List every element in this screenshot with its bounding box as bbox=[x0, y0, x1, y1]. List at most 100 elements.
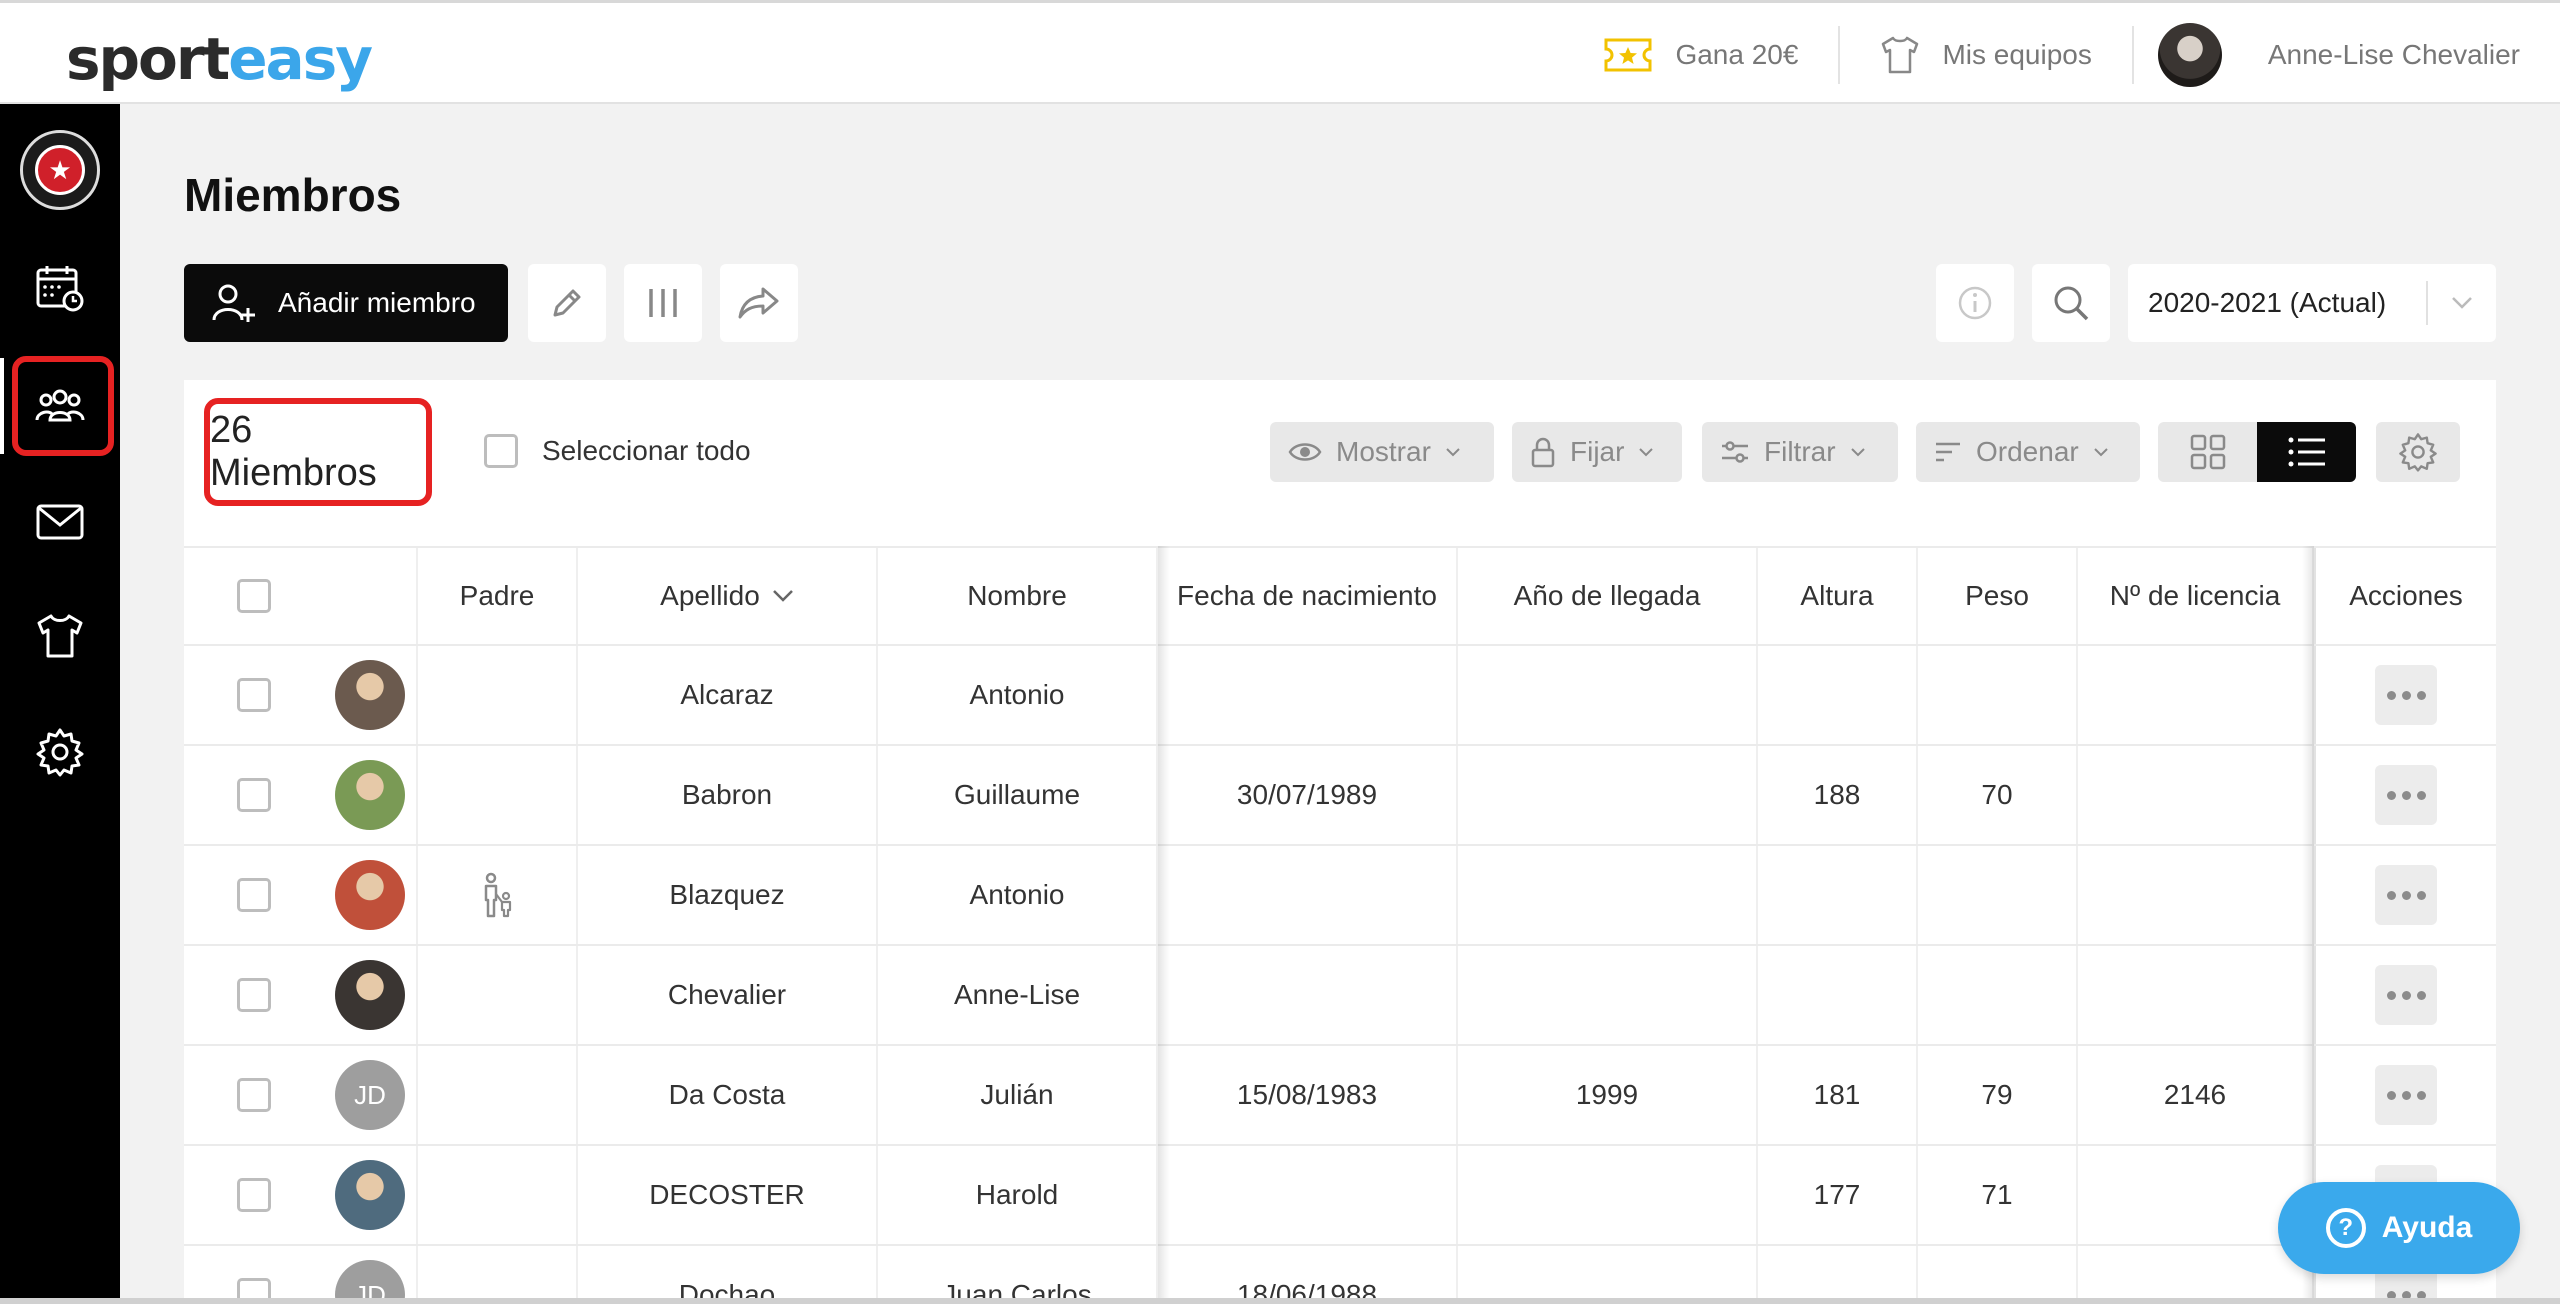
club-badge[interactable]: ★ bbox=[20, 130, 100, 210]
header-apellido-label: Apellido bbox=[660, 580, 760, 611]
sidebar-item-messages[interactable] bbox=[0, 474, 120, 570]
more-actions-button[interactable] bbox=[2375, 865, 2437, 925]
padre-cell bbox=[418, 846, 578, 944]
padre-cell bbox=[418, 646, 578, 744]
avatar-initials: JD bbox=[354, 1079, 386, 1110]
earn-link[interactable]: Gana 20€ bbox=[1563, 3, 1838, 107]
header-nombre[interactable]: Nombre bbox=[878, 548, 1158, 644]
header-padre[interactable]: Padre bbox=[418, 548, 578, 644]
anio-cell bbox=[1458, 646, 1758, 744]
row-checkbox[interactable] bbox=[237, 978, 271, 1012]
grid-icon bbox=[2190, 434, 2225, 470]
sort-dropdown[interactable]: Ordenar bbox=[1916, 422, 2140, 482]
row-checkbox[interactable] bbox=[237, 1178, 271, 1212]
table-settings-button[interactable] bbox=[2376, 422, 2460, 482]
table-row[interactable]: Babron Guillaume 30/07/1989 188 70 bbox=[184, 746, 2496, 846]
add-member-button[interactable]: Añadir miembro bbox=[184, 264, 508, 342]
sidebar-item-settings[interactable] bbox=[0, 704, 120, 800]
select-all-checkbox[interactable] bbox=[484, 434, 518, 468]
share-button[interactable] bbox=[720, 264, 798, 342]
help-label: Ayuda bbox=[2381, 1211, 2473, 1244]
more-actions-button[interactable] bbox=[2375, 765, 2437, 825]
help-button[interactable]: ? Ayuda bbox=[2278, 1182, 2520, 1274]
padre-cell bbox=[418, 1246, 578, 1304]
licencia-cell bbox=[2078, 946, 2314, 1044]
avatar-cell: JD bbox=[324, 1246, 418, 1304]
sporteasy-logo[interactable]: sporteasy bbox=[66, 25, 373, 93]
gear-icon bbox=[2399, 433, 2437, 472]
header-avatar bbox=[324, 548, 418, 644]
actions-cell bbox=[2314, 1046, 2496, 1144]
header-licencia[interactable]: Nº de licencia bbox=[2078, 548, 2314, 644]
anio-cell bbox=[1458, 1146, 1758, 1244]
header-checkbox[interactable] bbox=[237, 579, 271, 613]
table-row[interactable]: Chevalier Anne-Lise bbox=[184, 946, 2496, 1046]
user-menu[interactable]: Anne-Lise Chevalier bbox=[2134, 3, 2560, 107]
more-actions-button[interactable] bbox=[2375, 1065, 2437, 1125]
mail-icon bbox=[36, 504, 84, 540]
sidebar-item-team[interactable] bbox=[0, 588, 120, 684]
apellido-cell: Alcaraz bbox=[578, 646, 878, 744]
avatar[interactable]: JD bbox=[335, 1060, 405, 1130]
shirt-icon bbox=[1882, 36, 1919, 74]
columns-button[interactable] bbox=[624, 264, 702, 342]
avatar-cell bbox=[324, 1146, 418, 1244]
table-row[interactable]: Blazquez Antonio bbox=[184, 846, 2496, 946]
avatar[interactable] bbox=[335, 660, 405, 730]
gear-icon bbox=[36, 728, 84, 777]
avatar[interactable] bbox=[335, 960, 405, 1030]
header-apellido[interactable]: Apellido bbox=[578, 548, 878, 644]
more-actions-button[interactable] bbox=[2375, 665, 2437, 725]
sliders-icon bbox=[1722, 441, 1748, 463]
sidebar-item-calendar[interactable] bbox=[0, 240, 120, 336]
table-row[interactable]: JD Da Costa Julián 15/08/1983 1999 181 7… bbox=[184, 1046, 2496, 1146]
avatar-cell: JD bbox=[324, 1046, 418, 1144]
avatar[interactable] bbox=[335, 760, 405, 830]
grid-view-button[interactable] bbox=[2158, 422, 2257, 482]
anio-cell bbox=[1458, 746, 1758, 844]
altura-cell: 181 bbox=[1758, 1046, 1918, 1144]
nombre-cell: Anne-Lise bbox=[878, 946, 1158, 1044]
actions-cell bbox=[2314, 846, 2496, 944]
search-button[interactable] bbox=[2032, 264, 2110, 342]
my-teams-link[interactable]: Mis equipos bbox=[1840, 3, 2131, 107]
row-checkbox[interactable] bbox=[237, 678, 271, 712]
pencil-icon bbox=[553, 289, 581, 317]
table-row[interactable]: DECOSTER Harold 177 71 bbox=[184, 1146, 2496, 1246]
info-button[interactable] bbox=[1936, 264, 2014, 342]
season-value: 2020-2021 (Actual) bbox=[2148, 287, 2387, 318]
nombre-cell: Guillaume bbox=[878, 746, 1158, 844]
altura-cell bbox=[1758, 946, 1918, 1044]
altura-cell bbox=[1758, 646, 1918, 744]
avatar[interactable] bbox=[335, 860, 405, 930]
avatar-cell bbox=[324, 746, 418, 844]
anio-cell bbox=[1458, 946, 1758, 1044]
share-arrow-icon bbox=[738, 287, 779, 319]
edit-button[interactable] bbox=[528, 264, 606, 342]
licencia-cell bbox=[2078, 646, 2314, 744]
season-select[interactable]: 2020-2021 (Actual) bbox=[2128, 264, 2496, 342]
row-checkbox[interactable] bbox=[237, 878, 271, 912]
more-actions-button[interactable] bbox=[2375, 965, 2437, 1025]
sort-label: Ordenar bbox=[1976, 436, 2079, 467]
top-bar: sporteasy Gana 20€ Mis equipos Anne-Lise… bbox=[0, 0, 2560, 104]
table-row[interactable]: Alcaraz Antonio bbox=[184, 646, 2496, 746]
peso-cell: 71 bbox=[1918, 1146, 2078, 1244]
header-fecha[interactable]: Fecha de nacimiento bbox=[1158, 548, 1458, 644]
filter-dropdown[interactable]: Filtrar bbox=[1702, 422, 1898, 482]
row-checkbox[interactable] bbox=[237, 778, 271, 812]
select-all[interactable]: Seleccionar todo bbox=[484, 434, 751, 468]
nombre-cell: Juan Carlos bbox=[878, 1246, 1158, 1304]
table-row[interactable]: JD Dochao Juan Carlos 18/06/1988 bbox=[184, 1246, 2496, 1304]
add-member-label: Añadir miembro bbox=[278, 287, 476, 318]
avatar[interactable] bbox=[335, 1160, 405, 1230]
header-altura[interactable]: Altura bbox=[1758, 548, 1918, 644]
header-anio[interactable]: Año de llegada bbox=[1458, 548, 1758, 644]
header-checkbox-cell bbox=[184, 548, 324, 644]
header-peso[interactable]: Peso bbox=[1918, 548, 2078, 644]
list-view-button[interactable] bbox=[2257, 422, 2356, 482]
row-checkbox[interactable] bbox=[237, 1078, 271, 1112]
show-dropdown[interactable]: Mostrar bbox=[1270, 422, 1494, 482]
nombre-cell: Antonio bbox=[878, 846, 1158, 944]
pin-dropdown[interactable]: Fijar bbox=[1512, 422, 1682, 482]
